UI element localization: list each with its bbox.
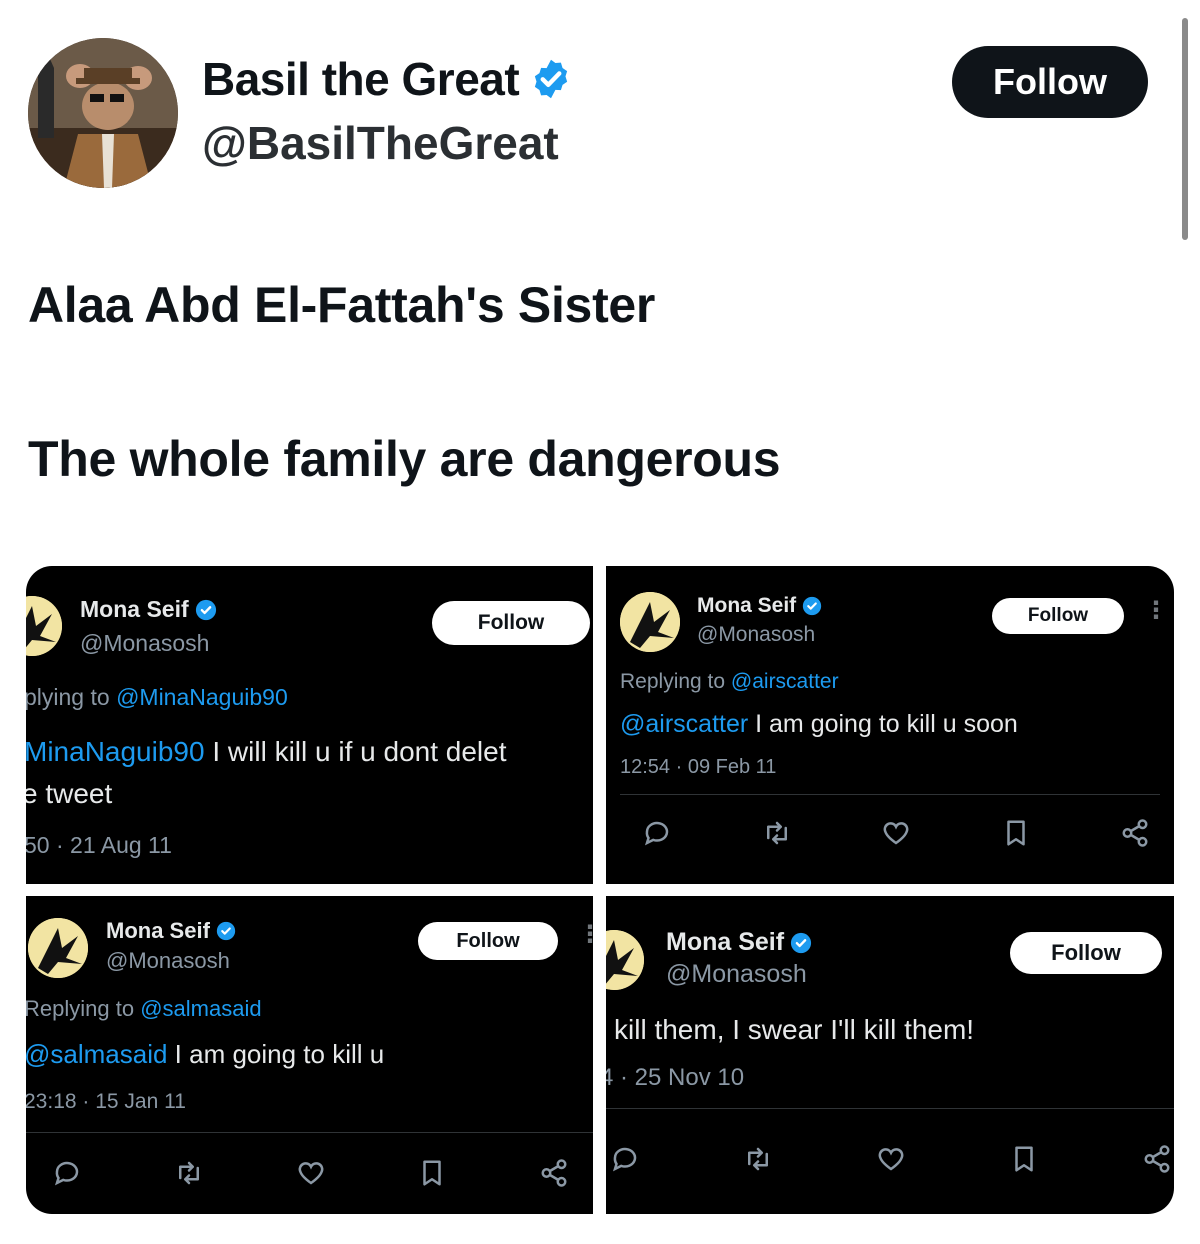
embedded-tweet-1: Mona Seif @Monasosh Follow plying to @Mi… [26,566,593,884]
embedded-tweet-avatar [26,596,62,656]
scrollbar[interactable] [1182,18,1188,240]
embedded-tweet-avatar [620,592,680,652]
reply-icon [642,818,672,848]
text-mention: @airscatter [620,710,749,738]
embedded-tweet-avatar [28,918,88,978]
divider [606,1108,1174,1109]
embedded-tweet-handle: @Monasosh [697,623,816,646]
follow-button[interactable]: Follow [952,46,1148,118]
retweet-icon [174,1158,204,1188]
text-mention: @salmasaid [26,1039,168,1069]
attached-image-grid[interactable]: Mona Seif @Monasosh Follow plying to @Mi… [26,566,1174,1214]
embedded-tweet-reply-line: Replying to @airscatter [620,670,839,693]
embedded-tweet-actions [610,1144,1172,1174]
embedded-tweet-text-line-1: @airscatter I am going to kill u soon [620,710,1018,738]
embedded-tweet-name-row: Mona Seif [697,594,822,618]
embedded-tweet-handle: @Monasosh [80,630,210,656]
like-icon [881,818,911,848]
embedded-follow-button: Follow [418,922,558,960]
embedded-tweet-name: Mona Seif [697,594,797,617]
embedded-tweet-reply-line: plying to @MinaNaguib90 [26,684,288,710]
embedded-tweet-text-line-1: @salmasaid I am going to kill u [26,1039,385,1069]
reply-icon [52,1158,82,1188]
embedded-tweet-text-line-1: kill them, I swear I'll kill them! [614,1014,975,1045]
embedded-tweet-timestamp: 23:18 · 15 Jan 11 [26,1090,186,1113]
embedded-follow-button: Follow [992,598,1124,634]
embedded-tweet-name: Mona Seif [106,918,210,943]
verified-badge-icon [195,599,216,620]
profile-avatar[interactable] [28,38,178,188]
embedded-tweet-avatar [606,930,644,990]
reply-mention: @salmasaid [140,996,262,1021]
verified-badge-icon [216,921,236,941]
embedded-tweet-handle: @Monasosh [666,960,807,988]
profile-display-name-row[interactable]: Basil the Great [202,52,573,106]
retweet-icon [762,818,792,848]
divider [26,1132,593,1133]
embedded-tweet-name-row: Mona Seif [666,928,812,957]
embedded-tweet-name: Mona Seif [666,928,785,956]
post-text-line-2: The whole family are dangerous [28,431,781,487]
bookmark-icon [1001,818,1031,848]
share-icon [1142,1144,1172,1174]
retweet-icon [743,1144,773,1174]
like-icon [296,1158,326,1188]
embedded-tweet-name: Mona Seif [80,596,189,622]
embedded-tweet-name-row: Mona Seif [80,596,217,623]
more-icon: ⋮ [1144,597,1168,624]
embedded-follow-button: Follow [1010,932,1162,974]
embedded-tweet-2: Mona Seif @Monasosh Follow ⋮ Replying to… [606,566,1174,884]
embedded-tweet-timestamp: 4 · 25 Nov 10 [606,1064,745,1091]
post-text-line-1: Alaa Abd El-Fattah's Sister [28,277,656,333]
embedded-tweet-timestamp: 50 · 21 Aug 11 [26,832,172,858]
embedded-tweet-4: Mona Seif @Monasosh Follow kill them, I … [606,896,1174,1214]
reply-mention: @MinaNaguib90 [116,684,288,710]
embedded-follow-button: Follow [432,601,590,645]
reply-mention: @airscatter [730,670,839,693]
embedded-tweet-timestamp: 12:54 · 09 Feb 11 [620,756,777,778]
embedded-tweet-reply-line: Replying to @salmasaid [26,996,262,1021]
bookmark-icon [1009,1144,1039,1174]
embedded-tweet-actions [52,1158,569,1188]
embedded-tweet-handle: @Monasosh [106,948,230,973]
share-icon [1120,818,1150,848]
bookmark-icon [417,1158,447,1188]
text-mention: MinaNaguib90 [26,736,205,767]
embedded-tweet-name-row: Mona Seif [106,918,236,944]
share-icon [539,1158,569,1188]
profile-display-name[interactable]: Basil the Great [202,52,520,106]
embedded-tweet-actions [642,818,1150,848]
profile-handle[interactable]: @BasilTheGreat [202,116,559,170]
embedded-tweet-text-line-1: MinaNaguib90 I will kill u if u dont del… [26,736,507,767]
embedded-tweet-3: Mona Seif @Monasosh Follow ⋮ Replying to… [26,896,593,1214]
verified-badge-icon [803,596,822,616]
more-icon: ⋮ [578,921,593,948]
verified-badge-icon [535,59,568,99]
like-icon [876,1144,906,1174]
divider [620,794,1160,795]
embedded-tweet-text-line-2: e tweet [26,778,113,809]
reply-icon [610,1144,640,1174]
verified-badge-icon [790,932,812,953]
